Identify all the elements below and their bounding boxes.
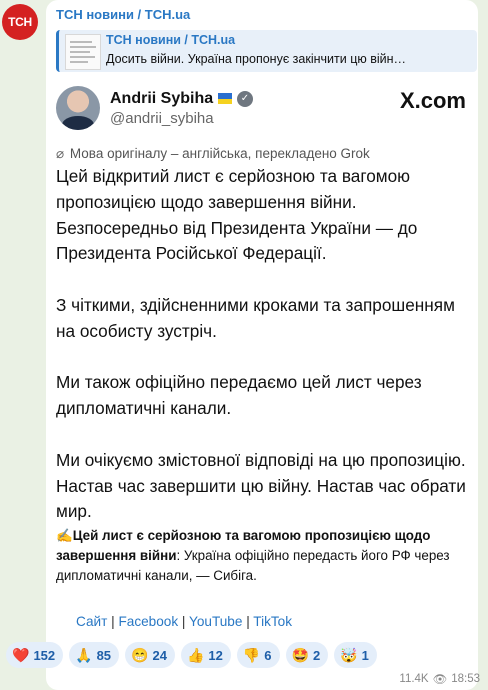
reaction-count: 2 bbox=[312, 647, 321, 663]
tweet-text: Цей відкритий лист є серйозною та вагомо… bbox=[56, 164, 472, 551]
reaction-count: 6 bbox=[264, 647, 272, 663]
message-bubble: ТСН новини / TCH.ua ТСН новини / TCH.ua … bbox=[46, 0, 478, 690]
reaction-thumbs-up[interactable]: 👍 12 bbox=[180, 642, 231, 668]
verified-badge-icon: ✓ bbox=[237, 91, 253, 107]
tweet-author-name[interactable]: Andrii Sybiha bbox=[110, 90, 213, 108]
forwarded-preview[interactable]: ТСН новини / TCH.ua Досить війни. Україн… bbox=[56, 30, 477, 72]
tweet-paragraph: Ми очікуємо змістовної відповіді на цю п… bbox=[56, 449, 466, 522]
forwarded-text: Досить війни. Україна пропонує закінчити… bbox=[106, 52, 406, 66]
grin-icon: 😁 bbox=[131, 646, 149, 663]
channel-avatar[interactable]: ТСН bbox=[2, 4, 38, 40]
grok-icon: ⌀ bbox=[56, 146, 65, 161]
reaction-heart[interactable]: ❤️ 152 bbox=[6, 642, 64, 668]
message-time: 18:53 bbox=[451, 673, 480, 685]
reaction-count: 12 bbox=[208, 647, 223, 663]
tweet-author-avatar[interactable] bbox=[56, 86, 100, 130]
pray-icon: 🙏 bbox=[75, 646, 93, 663]
views-count: 11.4K bbox=[399, 673, 429, 685]
thumbs-down-icon: 👎 bbox=[242, 646, 261, 663]
eye-icon: 👁 bbox=[432, 674, 448, 686]
reaction-pray[interactable]: 🙏 85 bbox=[69, 642, 120, 668]
message-meta: 11.4K 👁 18:53 bbox=[399, 672, 480, 686]
reaction-thumbs-down[interactable]: 👎 6 bbox=[236, 642, 280, 668]
channel-name[interactable]: ТСН новини / TCH.ua bbox=[56, 7, 190, 22]
tweet-author-handle[interactable]: @andrii_sybiha bbox=[110, 110, 214, 127]
tweet-paragraph: З чіткими, здійсненними кроками та запро… bbox=[56, 294, 455, 341]
reaction-exploding-head[interactable]: 🤯 1 bbox=[334, 642, 377, 668]
reaction-grin[interactable]: 😁 24 bbox=[125, 642, 175, 668]
forwarded-title: ТСН новини / TCH.ua bbox=[106, 33, 236, 47]
link-youtube[interactable]: YouTube bbox=[189, 614, 242, 629]
reaction-count: 24 bbox=[152, 647, 167, 663]
ukraine-flag-icon bbox=[218, 93, 232, 104]
reaction-count: 152 bbox=[33, 647, 56, 663]
channel-links: Сайт | Facebook | YouTube | TikTok bbox=[76, 614, 293, 629]
thumbs-up-icon: 👍 bbox=[186, 646, 205, 663]
message-caption: ✍️Цей лист є серйозною та вагомою пропоз… bbox=[56, 526, 472, 586]
reaction-count: 85 bbox=[96, 647, 112, 663]
x-logo-icon: X.com bbox=[399, 88, 466, 113]
reactions-bar: ❤️ 152 🙏 85 😁 24 👍 12 👎 6 🤩 2 🤯 1 bbox=[6, 642, 377, 668]
translation-note: ⌀ Мова оригіналу – англійська, перекладе… bbox=[56, 146, 370, 162]
writing-hand-icon: ✍️ bbox=[56, 528, 73, 543]
star-struck-icon: 🤩 bbox=[291, 646, 309, 663]
link-site[interactable]: Сайт bbox=[76, 614, 107, 629]
reaction-star-struck[interactable]: 🤩 2 bbox=[285, 642, 329, 668]
translation-note-text: Мова оригіналу – англійська, перекладено… bbox=[69, 146, 370, 161]
reaction-count: 1 bbox=[361, 647, 369, 663]
heart-icon: ❤️ bbox=[12, 646, 30, 663]
tweet-paragraph: Ми також офіційно передаємо цей лист чер… bbox=[56, 372, 422, 419]
exploding-head-icon: 🤯 bbox=[340, 646, 358, 663]
link-facebook[interactable]: Facebook bbox=[118, 614, 178, 629]
tweet-paragraph: Цей відкритий лист є серйозною та вагомо… bbox=[56, 166, 418, 264]
link-tiktok[interactable]: TikTok bbox=[253, 614, 292, 629]
forwarded-thumbnail bbox=[65, 34, 101, 70]
